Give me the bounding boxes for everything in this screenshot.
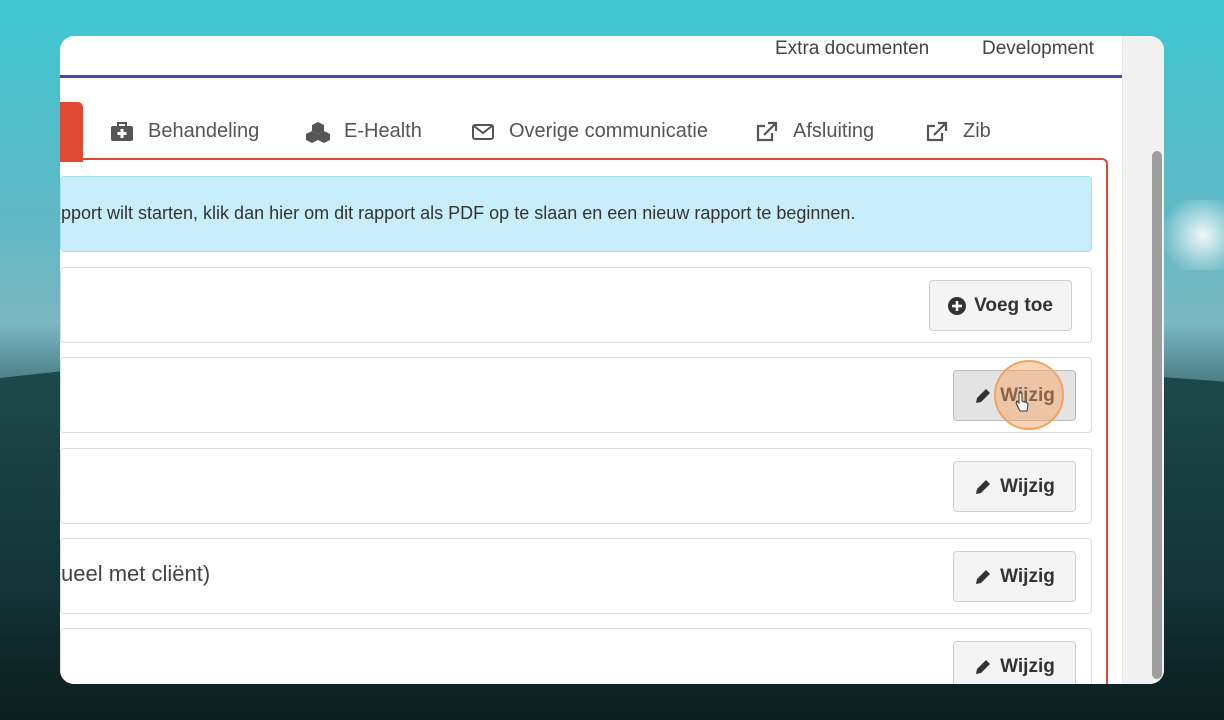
scrollbar[interactable] [1122,36,1164,684]
row-label: ueel met cliënt) [61,561,211,586]
cubes-icon [306,121,330,143]
pencil-icon [976,479,991,494]
alert-text: pport wilt starten, klik dan hier om dit… [61,203,856,223]
tab-e-health[interactable]: E-Health [306,120,422,143]
button-label: Wijzig [1000,475,1055,497]
button-label: Voeg toe [974,294,1053,316]
external-link-icon [926,121,948,141]
nav-link-development[interactable]: Development [982,38,1094,60]
info-alert[interactable]: pport wilt starten, klik dan hier om dit… [60,176,1092,252]
edit-button[interactable]: Wijzig [953,551,1076,602]
click-highlight [994,360,1064,430]
pencil-icon [976,388,991,403]
top-navigation: Extra documenten Development [60,36,1122,78]
list-item: Wijzig [60,357,1092,433]
tab-zib[interactable]: Zib [925,120,991,143]
tab-overige-communicatie[interactable]: Overige communicatie [471,120,708,143]
tab-label: Behandeling [148,120,260,142]
medical-kit-icon [111,121,133,141]
pencil-icon [976,569,991,584]
app-window: Extra documenten Development Behandeling… [60,36,1164,684]
list-item: ueel met cliënt) Wijzig [60,538,1092,614]
scrollbar-thumb[interactable] [1152,151,1162,679]
list-item: Wijzig [60,628,1092,684]
tab-label: Zib [963,120,991,142]
envelope-icon [472,123,494,140]
external-link-icon [756,121,778,141]
tab-afsluiting[interactable]: Afsluiting [755,120,874,143]
tab-label: Overige communicatie [509,120,708,142]
tab-active-indicator[interactable] [60,102,83,162]
pencil-icon [976,659,991,674]
plus-circle-icon [948,296,967,315]
tab-label: Afsluiting [793,120,875,142]
tab-label: E-Health [344,120,422,142]
background-cloud [1154,200,1224,270]
button-label: Wijzig [1000,565,1055,587]
nav-link-extra-documenten[interactable]: Extra documenten [775,38,929,60]
button-label: Wijzig [1000,655,1055,677]
list-item: Wijzig [60,448,1092,524]
pointer-cursor-icon [1015,392,1029,412]
edit-button[interactable]: Wijzig [953,461,1076,512]
list-item: Voeg toe [60,267,1092,343]
edit-button[interactable]: Wijzig [953,641,1076,684]
tab-bar: Behandeling E-Health Overige communicati… [60,98,1122,162]
tab-behandeling[interactable]: Behandeling [110,120,259,143]
add-button[interactable]: Voeg toe [929,280,1072,331]
